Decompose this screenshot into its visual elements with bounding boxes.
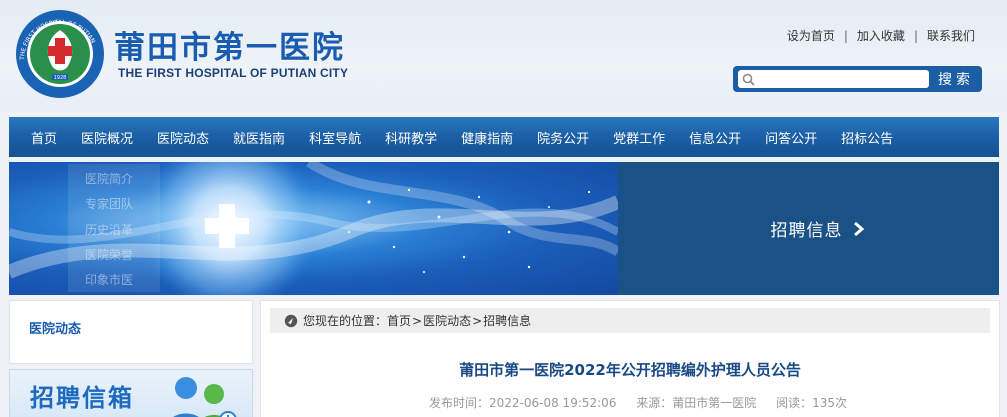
sidebar-item-hospital-news[interactable]: 医院动态 <box>29 318 81 337</box>
chevron-right-icon <box>853 221 864 236</box>
recruitment-mailbox[interactable]: 招聘信箱 <box>9 369 253 417</box>
site-header: 1928 THE FIRST HOSPITAL OF PUTIAN 莆田市第一医… <box>0 0 1007 112</box>
breadcrumb-separator: > <box>472 313 483 328</box>
search-icon <box>742 73 755 86</box>
nav-departments[interactable]: 科室导航 <box>297 117 373 157</box>
nav-affairs-disclosure[interactable]: 院务公开 <box>525 117 601 157</box>
hospital-name: 莆田市第一医院 <box>114 30 345 66</box>
submenu-item[interactable]: 医院简介 <box>85 170 133 187</box>
article-meta: 发布时间：2022-06-08 19:52:06 来源：莆田市第一医院 阅读：1… <box>429 394 863 411</box>
breadcrumb-recruitment[interactable]: 招聘信息 <box>483 312 531 329</box>
nav-health-guide[interactable]: 健康指南 <box>449 117 525 157</box>
svg-text:1928: 1928 <box>54 75 67 81</box>
submenu-item[interactable]: 专家团队 <box>85 195 133 212</box>
mailbox-title: 招聘信箱 <box>30 384 134 412</box>
article-title: 莆田市第一医院2022年公开招聘编外护理人员公告 <box>459 361 801 379</box>
divider: | <box>843 28 848 43</box>
sidebar-section: 医院动态 <box>9 300 253 364</box>
banner: 医院简介 专家团队 历史沿革 医院荣誉 印象市医 招聘信息 <box>9 162 999 295</box>
view-count: 阅读：135次 <box>776 396 848 410</box>
contact-us-link[interactable]: 联系我们 <box>927 27 975 44</box>
publish-time: 发布时间：2022-06-08 19:52:06 <box>429 396 617 410</box>
users-icon <box>173 377 237 417</box>
nav-research-teaching[interactable]: 科研教学 <box>373 117 449 157</box>
main-content: 您现在的位置： 首页 > 医院动态 > 招聘信息 莆田市第一医院2022年公开招… <box>260 300 1000 417</box>
banner-section-title: 招聘信息 <box>770 221 843 241</box>
nav-party-work[interactable]: 党群工作 <box>601 117 677 157</box>
divider: | <box>913 28 918 43</box>
breadcrumb-home[interactable]: 首页 <box>387 312 411 329</box>
hospital-english-name: THE FIRST HOSPITAL OF PUTIAN CITY <box>118 66 349 80</box>
banner-section-panel: 招聘信息 <box>618 162 999 295</box>
nav-home[interactable]: 首页 <box>9 117 69 157</box>
submenu-item[interactable]: 医院荣誉 <box>85 246 133 263</box>
banner-image: 医院简介 专家团队 历史沿革 医院荣誉 印象市医 <box>9 162 618 295</box>
nav-hospital-news[interactable]: 医院动态 <box>145 117 221 157</box>
nav-patient-guide[interactable]: 就医指南 <box>221 117 297 157</box>
nav-info-disclosure[interactable]: 信息公开 <box>677 117 753 157</box>
nav-qa[interactable]: 问答公开 <box>753 117 829 157</box>
banner-submenu: 医院简介 专家团队 历史沿革 医院荣誉 印象市医 <box>68 164 160 292</box>
nav-tender-notice[interactable]: 招标公告 <box>829 117 905 157</box>
article-source: 来源：莆田市第一医院 <box>636 396 757 410</box>
breadcrumb-prefix: 您现在的位置： <box>303 314 388 328</box>
top-links: 设为首页 | 加入收藏 | 联系我们 <box>787 27 975 44</box>
main-nav: 首页 医院概况 医院动态 就医指南 科室导航 科研教学 健康指南 院务公开 党群… <box>9 117 999 157</box>
location-icon <box>284 314 298 327</box>
submenu-item[interactable]: 历史沿革 <box>85 221 133 238</box>
breadcrumb-separator: > <box>412 313 423 328</box>
search-button[interactable]: 搜索 <box>931 66 981 92</box>
breadcrumb: 您现在的位置： 首页 > 医院动态 > 招聘信息 <box>270 308 990 333</box>
submenu-item[interactable]: 印象市医 <box>85 271 133 288</box>
nav-hospital-overview[interactable]: 医院概况 <box>69 117 145 157</box>
add-favorite-link[interactable]: 加入收藏 <box>857 27 905 44</box>
breadcrumb-hospital-news[interactable]: 医院动态 <box>423 312 471 329</box>
search-bar: 搜索 <box>733 66 982 92</box>
search-input[interactable] <box>738 70 929 88</box>
hospital-logo[interactable]: 1928 THE FIRST HOSPITAL OF PUTIAN <box>14 8 106 100</box>
set-homepage-link[interactable]: 设为首页 <box>787 27 835 44</box>
